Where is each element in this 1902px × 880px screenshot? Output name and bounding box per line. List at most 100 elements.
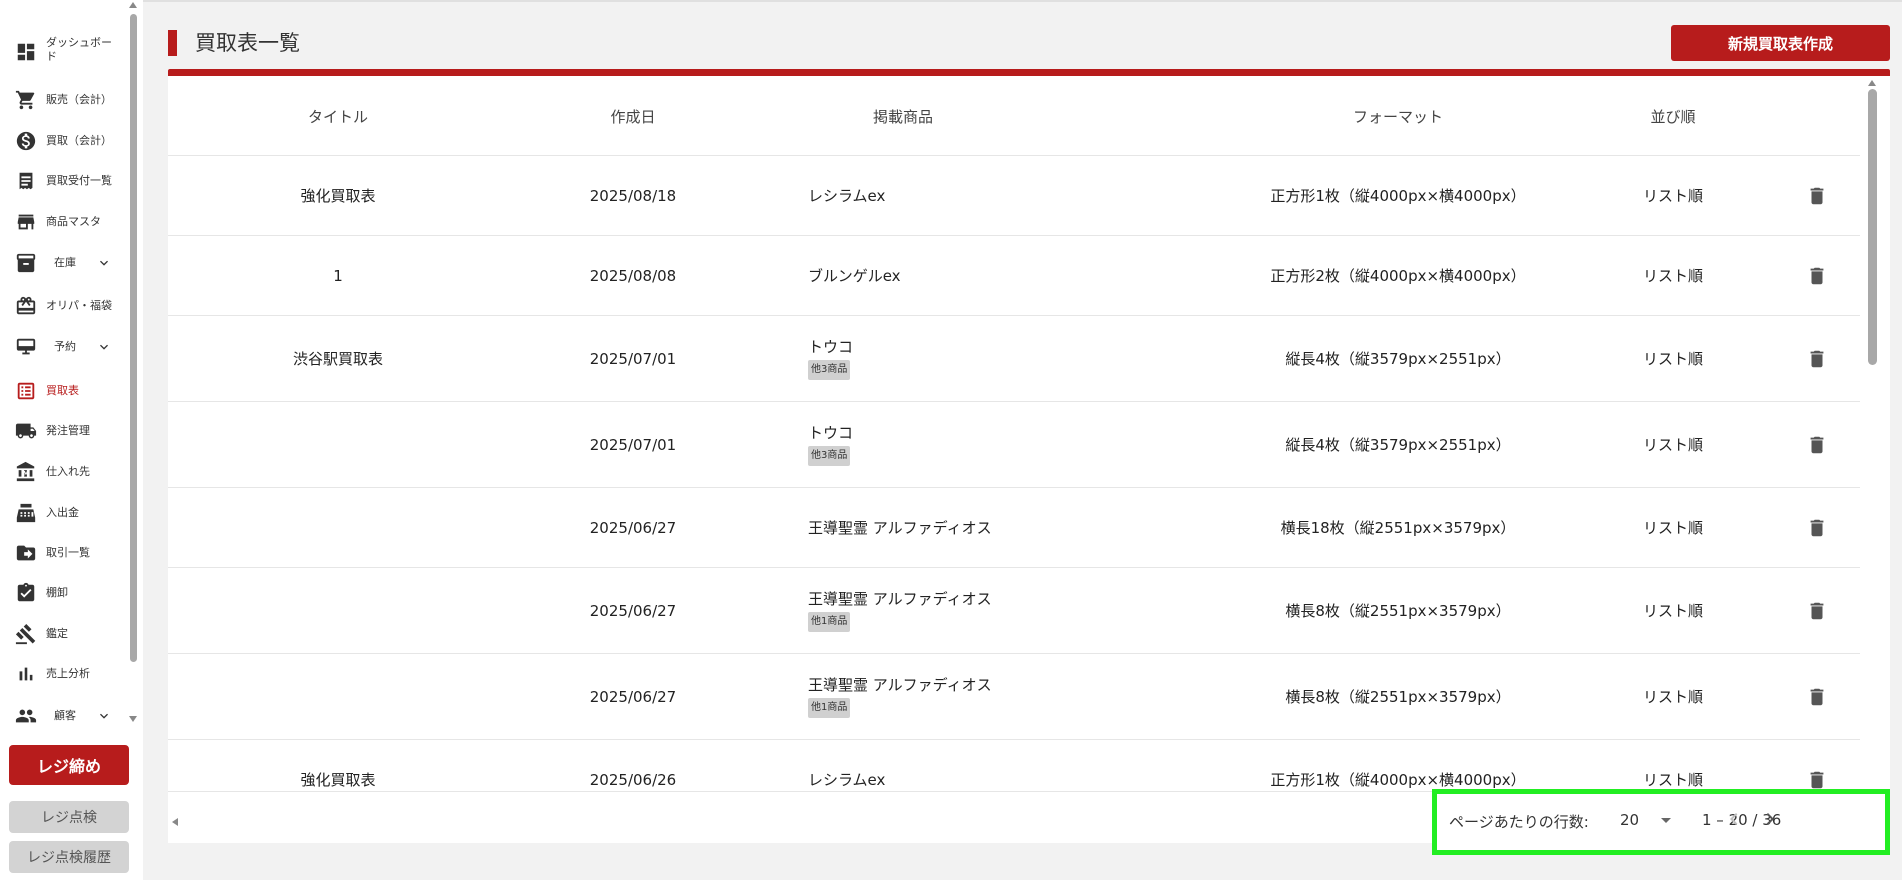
register-check-button[interactable]: レジ点検 [9, 801, 129, 833]
sidebar-item-12[interactable]: 取引一覧 [0, 533, 128, 573]
cell-date: 2025/06/27 [589, 601, 677, 620]
truck-icon [14, 419, 38, 443]
rows-per-page-label: ページあたりの行数: [1449, 813, 1589, 831]
sidebar-item-label: 販売（会計） [46, 93, 112, 106]
sidebar-item-15[interactable]: 売上分析 [0, 654, 128, 694]
svg-text:M: M [23, 470, 29, 478]
sidebar-scrollbar[interactable] [127, 0, 139, 730]
cash-register-icon [14, 501, 38, 525]
top-divider [143, 0, 1902, 2]
gift-box-icon [14, 294, 38, 318]
close-register-button[interactable]: レジ締め [9, 745, 129, 785]
table-row[interactable]: 強化買取表 2025/08/18 レシラムex 正方形1枚（縦4000px×横4000… [168, 156, 1860, 236]
cell-date: 2025/06/26 [589, 770, 677, 789]
cell-date: 2025/07/01 [589, 349, 677, 368]
sidebar-item-0[interactable]: ダッシュボード [0, 32, 128, 72]
cell-title: 1 [333, 266, 343, 285]
trash-icon[interactable] [1806, 348, 1828, 370]
trash-icon[interactable] [1806, 769, 1828, 791]
sidebar-item-label: 買取（会計） [46, 134, 112, 147]
sidebar-item-3[interactable]: 買取受付一覧 [0, 161, 128, 201]
product-name: 王導聖霊 アルファディオス [808, 518, 992, 537]
sidebar-item-label: 棚卸 [46, 586, 68, 599]
product-name: ブルンゲルex [808, 266, 901, 285]
chevron-down-icon[interactable] [96, 339, 112, 355]
column-order-header: 並び順 [1650, 107, 1696, 126]
scroll-left-arrow-icon[interactable] [172, 818, 178, 826]
chevron-right-icon [1766, 813, 1774, 825]
table-row[interactable]: 2025/06/27 王導聖霊 アルファディオス 横長18枚（縦2551px×357… [168, 488, 1860, 568]
previous-page-button[interactable] [1722, 807, 1746, 831]
create-purchase-list-button[interactable]: 新規買取表作成 [1671, 25, 1890, 61]
sidebar-item-5[interactable]: 在庫 [0, 243, 128, 283]
dollar-circle-icon [14, 129, 38, 153]
sidebar-item-2[interactable]: 買取（会計） [0, 121, 128, 161]
sidebar-item-label: 商品マスタ [46, 215, 101, 228]
sidebar-item-13[interactable]: 棚卸 [0, 573, 128, 613]
next-page-button[interactable] [1758, 807, 1782, 831]
scroll-up-arrow-icon[interactable] [129, 2, 137, 8]
bank-icon: M [14, 460, 38, 484]
sidebar-item-label: 買取受付一覧 [46, 174, 112, 187]
sidebar-item-7[interactable]: 予約 [0, 327, 128, 367]
rows-per-page-select[interactable]: 20 [1620, 811, 1639, 829]
cell-products: 王導聖霊 アルファディオス 他1商品 [808, 568, 1208, 653]
cell-title: 渋谷駅買取表 [292, 350, 383, 368]
cell-title [168, 568, 508, 653]
product-name: トウコ [808, 338, 854, 356]
sidebar-item-6[interactable]: オリパ・福袋 [0, 286, 128, 326]
table-row[interactable]: 渋谷駅買取表 2025/07/01 トウコ 他3商品 縦長4枚（縦3579px×2551… [168, 316, 1860, 402]
sidebar-item-label: 入出金 [46, 506, 79, 519]
dropdown-caret-icon[interactable] [1661, 818, 1671, 823]
chevron-left-icon [1730, 813, 1738, 825]
cell-order: リスト順 [1642, 187, 1703, 205]
sidebar-item-label: 鑑定 [46, 627, 68, 640]
table-row[interactable]: 1 2025/08/08 ブルンゲルex 正方形2枚（縦4000px×横4000px）… [168, 236, 1860, 316]
cell-format: 縦長4枚（縦3579px×2551px） [1285, 350, 1511, 368]
cell-date: 2025/08/08 [589, 266, 677, 285]
cell-format: 正方形1枚（縦4000px×横4000px） [1270, 187, 1526, 205]
trash-icon[interactable] [1806, 434, 1828, 456]
more-products-badge: 他1商品 [808, 612, 851, 632]
table-row[interactable]: 2025/07/01 トウコ 他3商品 縦長4枚（縦3579px×2551px） リスト… [168, 402, 1860, 488]
column-products-header: 掲載商品 [872, 107, 933, 126]
sidebar-item-label: オリパ・福袋 [46, 299, 112, 312]
cell-format: 横長18枚（縦2551px×3579px） [1280, 519, 1516, 537]
table-row[interactable]: 強化買取表 2025/06/26 レシラムex 正方形1枚（縦4000px×横4000… [168, 740, 1860, 791]
trash-icon[interactable] [1806, 517, 1828, 539]
scroll-down-arrow-icon[interactable] [129, 716, 137, 722]
trash-icon[interactable] [1806, 265, 1828, 287]
sidebar-scroll-thumb[interactable] [130, 14, 137, 662]
table-scroll-thumb[interactable] [1868, 89, 1877, 365]
sidebar-item-label: 発注管理 [46, 424, 90, 437]
store-icon [14, 210, 38, 234]
table-row[interactable]: 2025/06/27 王導聖霊 アルファディオス 他1商品 横長8枚（縦2551px×… [168, 654, 1860, 740]
trash-icon[interactable] [1806, 185, 1828, 207]
sidebar-item-label: 取引一覧 [46, 546, 90, 559]
cell-products: トウコ 他3商品 [808, 316, 1208, 401]
trash-icon[interactable] [1806, 600, 1828, 622]
scroll-up-arrow-icon[interactable] [1868, 80, 1876, 86]
sidebar-item-11[interactable]: 入出金 [0, 493, 128, 533]
sidebar-item-10[interactable]: M 仕入れ先 [0, 452, 128, 492]
chevron-down-icon[interactable] [96, 255, 112, 271]
sidebar-item-4[interactable]: 商品マスタ [0, 202, 128, 242]
register-check-history-button[interactable]: レジ点検履歴 [9, 841, 129, 873]
sidebar-item-9[interactable]: 発注管理 [0, 411, 128, 451]
trash-icon[interactable] [1806, 686, 1828, 708]
page-title: 買取表一覧 [195, 31, 300, 55]
pagination: ページあたりの行数: 20 1 – 20 / 36 [1432, 789, 1890, 855]
chevron-down-icon[interactable] [96, 708, 112, 724]
cell-format: 正方形1枚（縦4000px×横4000px） [1270, 771, 1526, 789]
register-icon [14, 335, 38, 359]
sidebar-item-14[interactable]: 鑑定 [0, 614, 128, 654]
sidebar-item-8[interactable]: 買取表 [0, 371, 128, 411]
product-name: レシラムex [808, 186, 886, 205]
sidebar-item-1[interactable]: 販売（会計） [0, 80, 128, 120]
table-scrollbar[interactable] [1860, 69, 1884, 843]
table-row[interactable]: 2025/06/27 王導聖霊 アルファディオス 他1商品 横長8枚（縦2551px×… [168, 568, 1860, 654]
cell-date: 2025/06/27 [589, 518, 677, 537]
main-content: 買取表一覧 新規買取表作成 タイトル 作成日 掲載商品 フォーマット 並び順 強化買取表… [143, 0, 1902, 880]
cell-products: トウコ 他3商品 [808, 402, 1208, 487]
sidebar-item-16[interactable]: 顧客 [0, 696, 128, 730]
